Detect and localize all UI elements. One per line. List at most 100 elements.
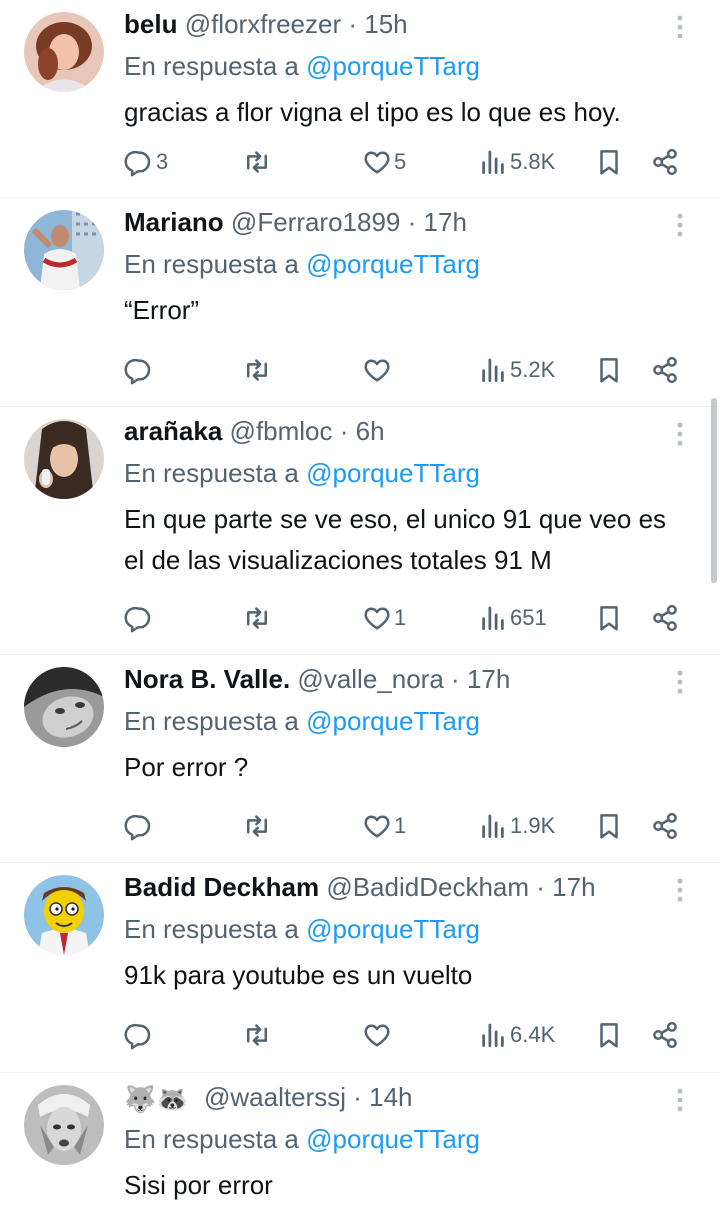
reply-tweet[interactable]: Nora B. Valle. @valle_nora · 17h En resp…	[0, 655, 720, 863]
retweet-button[interactable]	[242, 1017, 274, 1053]
reply-count: 3	[156, 149, 169, 174]
separator-dot: ·	[536, 872, 545, 902]
reply-prefix: En respuesta a	[124, 706, 299, 736]
views-button[interactable]: 5.8K	[478, 144, 555, 180]
reply-to-link[interactable]: @porqueTTarg	[306, 1124, 480, 1154]
display-name[interactable]: 🐺🦝	[124, 1083, 189, 1115]
timestamp[interactable]: 17h	[552, 872, 595, 902]
timestamp[interactable]: 15h	[364, 9, 407, 39]
display-name[interactable]: Nora B. Valle.	[124, 664, 290, 694]
bookmark-button[interactable]	[594, 144, 624, 180]
reply-context: En respuesta a @porqueTTarg	[124, 50, 480, 82]
avatar[interactable]	[24, 1085, 104, 1165]
share-icon	[653, 812, 677, 840]
bookmark-button[interactable]	[594, 352, 624, 388]
share-button[interactable]	[650, 808, 680, 844]
user-handle[interactable]: @valle_nora	[297, 664, 443, 694]
retweet-button[interactable]	[242, 600, 274, 636]
timestamp[interactable]: 17h	[424, 207, 467, 237]
views-button[interactable]: 5.2K	[478, 352, 555, 388]
retweet-button[interactable]	[242, 144, 274, 180]
avatar[interactable]	[24, 667, 104, 747]
tweet-text-line: 91k para youtube es un vuelto	[124, 960, 473, 990]
reply-icon	[124, 1023, 151, 1050]
timestamp[interactable]: 17h	[467, 664, 510, 694]
share-button[interactable]	[650, 600, 680, 636]
like-button[interactable]	[362, 1017, 394, 1053]
views-button[interactable]: 6.4K	[478, 1017, 555, 1053]
reply-to-link[interactable]: @porqueTTarg	[306, 706, 480, 736]
reply-to-link[interactable]: @porqueTTarg	[306, 914, 480, 944]
tweet-header: Mariano @Ferraro1899 · 17h	[124, 206, 467, 238]
user-handle[interactable]: @fbmloc	[230, 416, 333, 446]
reply-prefix: En respuesta a	[124, 914, 299, 944]
tweet-header: belu @florxfreezer · 15h	[124, 8, 408, 40]
reply-tweet[interactable]: arañaka @fbmloc · 6h En respuesta a @por…	[0, 407, 720, 655]
user-handle[interactable]: @Ferraro1899	[231, 207, 400, 237]
avatar[interactable]	[24, 875, 104, 955]
share-button[interactable]	[650, 1017, 680, 1053]
reply-button[interactable]	[124, 808, 156, 844]
tweet-text-line: el de las visualizaciones totales 91 M	[124, 545, 552, 575]
avatar[interactable]	[24, 419, 104, 499]
reply-to-link[interactable]: @porqueTTarg	[306, 249, 480, 279]
reply-context: En respuesta a @porqueTTarg	[124, 457, 480, 489]
more-icon[interactable]	[670, 669, 690, 695]
separator-dot: ·	[407, 207, 417, 237]
user-handle[interactable]: @waalterssj	[204, 1082, 346, 1112]
timestamp[interactable]: 14h	[369, 1082, 412, 1112]
bookmark-button[interactable]	[594, 808, 624, 844]
display-name[interactable]: arañaka	[124, 416, 222, 446]
share-icon	[653, 1021, 677, 1049]
scrollbar[interactable]	[711, 398, 717, 583]
views-button[interactable]: 651	[478, 600, 547, 636]
reply-to-link[interactable]: @porqueTTarg	[306, 51, 480, 81]
reply-tweet[interactable]: 🐺🦝 @waalterssj · 14h En respuesta a @por…	[0, 1073, 720, 1216]
retweet-button[interactable]	[242, 808, 274, 844]
reply-tweet[interactable]: Mariano @Ferraro1899 · 17h En respuesta …	[0, 198, 720, 407]
timestamp[interactable]: 6h	[356, 416, 385, 446]
like-button[interactable]: 5	[362, 144, 406, 180]
reply-button[interactable]	[124, 352, 156, 388]
more-icon[interactable]	[670, 421, 690, 447]
reply-button[interactable]: 3	[124, 144, 168, 180]
retweet-icon	[247, 815, 267, 837]
share-button[interactable]	[650, 352, 680, 388]
avatar[interactable]	[24, 210, 104, 290]
like-count: 1	[394, 605, 407, 630]
reply-tweet[interactable]: belu @florxfreezer · 15h En respuesta a …	[0, 0, 720, 198]
reply-tweet[interactable]: Badid Deckham @BadidDeckham · 17h En res…	[0, 863, 720, 1073]
user-handle[interactable]: @BadidDeckham	[326, 872, 529, 902]
action-bar: 5.2K	[124, 352, 684, 388]
tweet-text: gracias a flor vigna el tipo es lo que e…	[124, 92, 621, 133]
share-icon	[653, 356, 677, 384]
reply-icon	[124, 150, 151, 177]
user-handle[interactable]: @florxfreezer	[185, 9, 341, 39]
display-name[interactable]: Mariano	[124, 207, 224, 237]
like-button[interactable]	[362, 352, 394, 388]
more-icon[interactable]	[670, 877, 690, 903]
bookmark-button[interactable]	[594, 1017, 624, 1053]
more-icon[interactable]	[670, 212, 690, 238]
like-button[interactable]: 1	[362, 808, 406, 844]
tweet-header: arañaka @fbmloc · 6h	[124, 415, 385, 447]
retweet-button[interactable]	[242, 352, 274, 388]
display-name[interactable]: Badid Deckham	[124, 872, 319, 902]
reply-icon	[124, 358, 151, 385]
share-icon	[653, 148, 677, 176]
more-icon[interactable]	[670, 14, 690, 40]
views-icon	[482, 1023, 504, 1047]
avatar[interactable]	[24, 12, 104, 92]
views-count: 651	[510, 605, 547, 630]
reply-to-link[interactable]: @porqueTTarg	[306, 458, 480, 488]
heart-icon	[364, 151, 390, 174]
display-name[interactable]: belu	[124, 9, 177, 39]
reply-button[interactable]	[124, 600, 156, 636]
tweet-header: Nora B. Valle. @valle_nora · 17h	[124, 663, 510, 695]
share-button[interactable]	[650, 144, 680, 180]
more-icon[interactable]	[670, 1087, 690, 1113]
reply-button[interactable]	[124, 1017, 156, 1053]
views-button[interactable]: 1.9K	[478, 808, 555, 844]
like-button[interactable]: 1	[362, 600, 406, 636]
bookmark-button[interactable]	[594, 600, 624, 636]
